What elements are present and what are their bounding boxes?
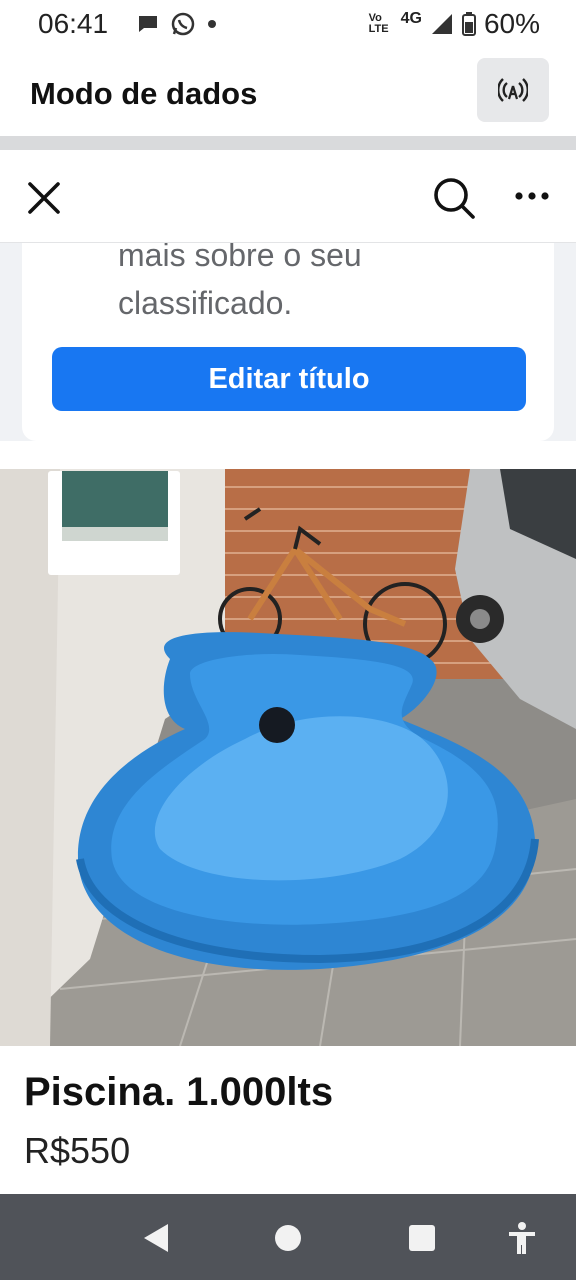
accessibility-icon[interactable]	[504, 1220, 540, 1256]
close-icon[interactable]	[24, 178, 64, 218]
volte-label: Vo LTE	[368, 12, 389, 35]
listing-photo[interactable]	[0, 469, 576, 1046]
recents-icon[interactable]	[404, 1220, 440, 1256]
data-mode-button[interactable]	[477, 58, 549, 122]
signal-icon	[431, 14, 452, 34]
battery-icon	[461, 12, 476, 36]
chat-notification-icon	[139, 16, 157, 32]
search-icon[interactable]	[432, 176, 476, 220]
dot-icon	[208, 20, 216, 28]
listing-price: R$550	[24, 1130, 131, 1171]
battery-percent: 60%	[483, 8, 540, 39]
tip-text-partial: mais sobre o seu	[118, 243, 362, 273]
separator	[0, 136, 576, 150]
whatsapp-icon	[171, 12, 195, 36]
system-nav-bar	[0, 1194, 576, 1280]
home-icon[interactable]	[270, 1220, 306, 1256]
tip-text: classificado.	[118, 285, 293, 321]
listing-title: Piscina. 1.000lts	[24, 1070, 334, 1114]
pool-photo-illustration	[0, 469, 576, 1046]
network-type: 4G	[400, 10, 422, 27]
back-icon[interactable]	[138, 1220, 174, 1256]
listing-toolbar	[0, 150, 576, 243]
listing-content[interactable]: mais sobre o seu classificado. Editar tí…	[0, 243, 576, 1194]
broadcast-icon	[498, 78, 528, 102]
edit-title-button[interactable]: Editar título	[52, 347, 526, 411]
status-bar: 06:41 Vo LTE 4G 60%	[0, 0, 576, 50]
more-icon[interactable]	[512, 180, 552, 210]
tip-card: mais sobre o seu classificado. Editar tí…	[22, 243, 554, 441]
data-mode-bar: Modo de dados	[0, 50, 576, 136]
status-time: 06:41	[38, 8, 109, 39]
listing-info: Piscina. 1.000lts R$550	[0, 1046, 576, 1194]
data-mode-title: Modo de dados	[30, 76, 258, 111]
